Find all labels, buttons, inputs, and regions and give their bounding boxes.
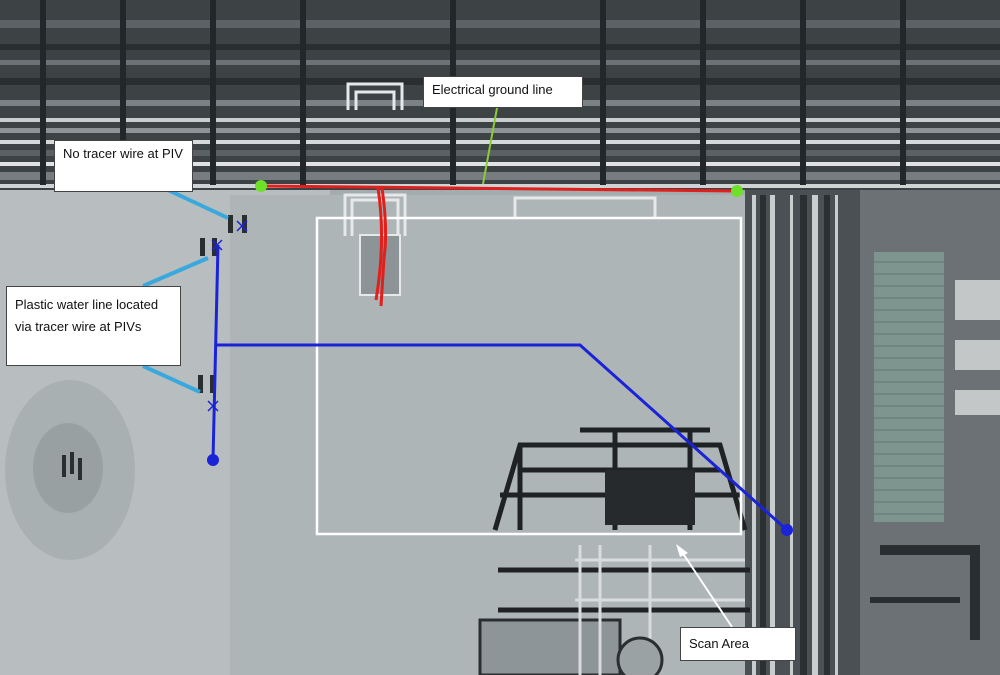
callout-text: Electrical ground line [432,82,553,97]
callout-electrical-ground-line: Electrical ground line [423,76,583,108]
callout-scan-area: Scan Area [680,627,796,661]
callout-text: Scan Area [689,636,749,651]
callout-no-tracer-wire: No tracer wire at PIV [54,140,193,192]
callout-plastic-water-line: Plastic water line located via tracer wi… [6,286,181,366]
water-line-end-marker [207,454,219,466]
water-line-end-marker [781,524,793,536]
callout-text: No tracer wire at PIV [63,146,183,161]
site-map: Electrical ground line No tracer wire at… [0,0,1000,675]
callout-text: Plastic water line located via tracer wi… [15,297,159,334]
endpoint-dot-icon [731,185,743,197]
endpoint-dot-icon [255,180,267,192]
